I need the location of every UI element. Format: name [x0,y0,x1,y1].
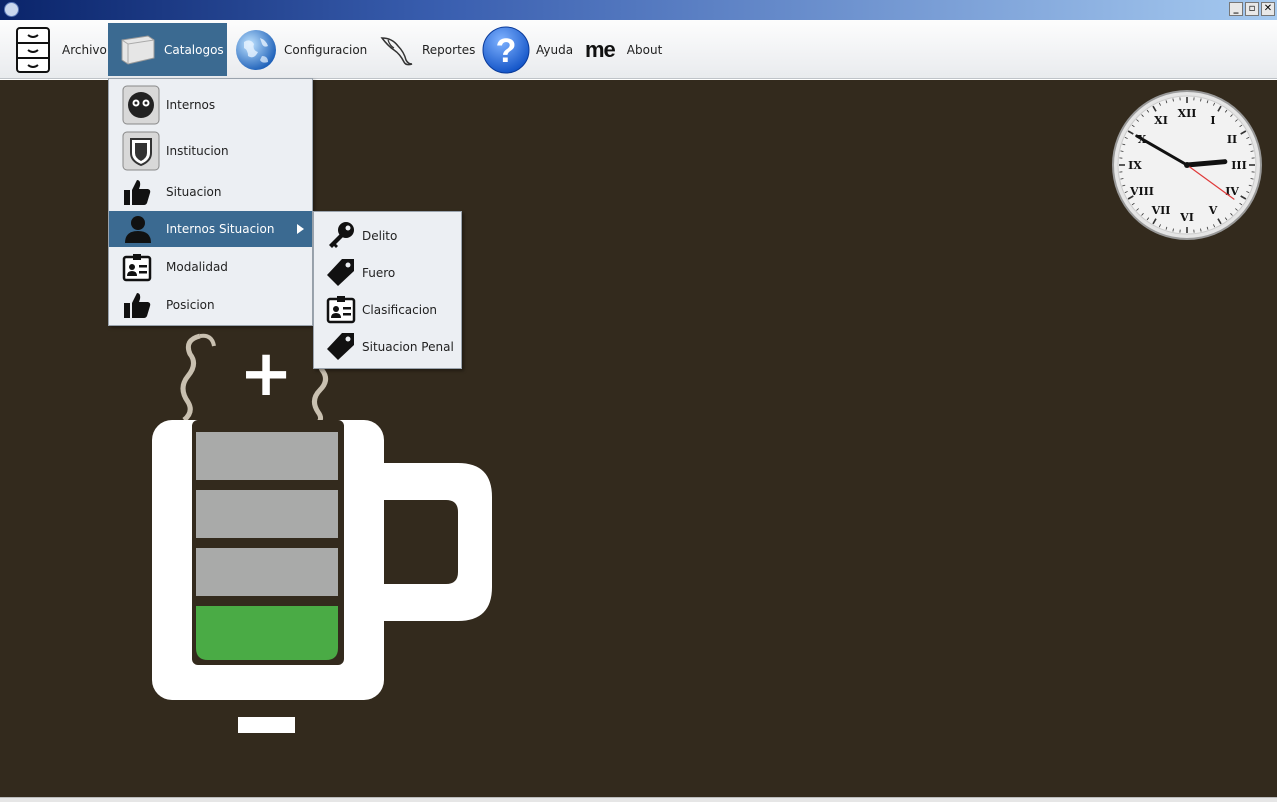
submenu-item-label: Clasificacion [362,302,438,317]
thumbs-up-icon [124,180,151,205]
menu-configuracion-label: Configuracion [284,42,368,57]
menu-item-label: Institucion [166,144,229,158]
menu-item-internos-situacion[interactable]: Internos Situacion [109,211,312,247]
file-cabinet-icon [16,26,50,73]
menu-item-label: Internos Situacion [166,222,275,236]
battery-charge-cell [196,606,338,660]
clock-numeral: I [1210,114,1215,127]
id-badge-icon [122,254,152,282]
menu-reportes[interactable]: Reportes [378,23,475,76]
submenu-item-situacion-penal[interactable]: Situacion Penal [314,329,461,364]
key-icon [329,222,354,248]
title-bar: _ ▫ ✕ [0,0,1277,20]
clock-numeral: V [1208,204,1218,217]
window-controls: _ ▫ ✕ [1229,2,1275,16]
clock-numeral: XII [1178,107,1197,120]
clock-numeral: VI [1179,211,1194,224]
menu-catalogos[interactable]: Catalogos [108,23,227,76]
clock-numeral: III [1231,159,1246,172]
menu-item-label: Posicion [166,298,215,312]
tag-icon [327,259,354,286]
menu-item-situacion[interactable]: Situacion [109,175,312,209]
clock-numeral: XI [1154,114,1168,127]
submenu-item-fuero[interactable]: Fuero [314,255,461,290]
menu-catalogos-label: Catalogos [164,42,224,57]
clock-center [1184,162,1190,168]
menu-bar: Archivo Catalogos Configuracion Reportes [0,20,1277,79]
menu-about-label: About [626,42,663,57]
person-icon [125,216,151,243]
menu-item-institucion[interactable]: Institucion [109,129,312,173]
hour-hand [1184,159,1228,168]
clock-numeral: VIII [1129,185,1154,198]
close-button[interactable]: ✕ [1261,2,1275,16]
clock-numeral: IV [1225,185,1239,198]
battery-cell [196,432,338,480]
menu-item-internos[interactable]: Internos [109,83,312,127]
menu-archivo[interactable]: Archivo [14,23,107,76]
submenu-item-label: Situacion Penal [362,339,454,354]
battery-cell [196,548,338,596]
minimize-button[interactable]: _ [1229,2,1243,16]
status-strip [0,797,1277,802]
thumbs-up-icon [124,293,151,318]
shield-icon [122,131,160,171]
menu-item-modalidad[interactable]: Modalidad [109,249,312,285]
me-logo: me [585,36,616,62]
menu-configuracion[interactable]: Configuracion [234,23,367,76]
menu-reportes-label: Reportes [422,42,476,57]
menu-item-label: Situacion [166,185,222,199]
face-icon [122,85,160,125]
battery-cell [196,490,338,538]
globe-icon [236,29,276,70]
java-app-icon [4,2,19,17]
clock-numeral: VII [1151,204,1171,217]
svg-text:?: ? [496,32,517,70]
catalogos-dropdown: Internos Institucion Situacion Internos … [108,78,313,326]
menu-ayuda[interactable]: ? Ayuda [482,23,573,76]
submenu-item-label: Fuero [362,265,396,280]
id-badge-icon [326,296,356,324]
submenu-item-label: Delito [362,228,398,243]
tag-icon [327,333,354,360]
submenu-arrow-icon [297,224,304,234]
submenu-item-clasificacion[interactable]: Clasificacion [314,292,461,327]
clock-numeral: II [1227,133,1237,146]
dolphin-icon [380,36,413,65]
plus-sign: + [239,337,293,411]
catalog-box-icon [121,34,155,65]
analog-clock: XIIIIIIIIIVVVIVIIVIIIIXXXI [1112,90,1262,240]
help-icon: ? [482,26,530,73]
menu-item-label: Internos [166,98,216,112]
coffee-battery-logo [152,333,492,700]
menu-about[interactable]: me About [585,23,662,76]
clock-numeral: IX [1128,159,1142,172]
menu-item-label: Modalidad [166,260,228,274]
submenu-item-delito[interactable]: Delito [314,218,461,253]
menu-ayuda-label: Ayuda [536,42,574,57]
steam-left-icon [180,333,201,422]
internos-situacion-submenu: Delito Fuero Clasificacion Situacion Pen… [313,211,462,369]
menu-archivo-label: Archivo [62,42,107,57]
minus-sign [238,717,295,733]
restore-button[interactable]: ▫ [1245,2,1259,16]
menu-item-posicion[interactable]: Posicion [109,287,312,323]
